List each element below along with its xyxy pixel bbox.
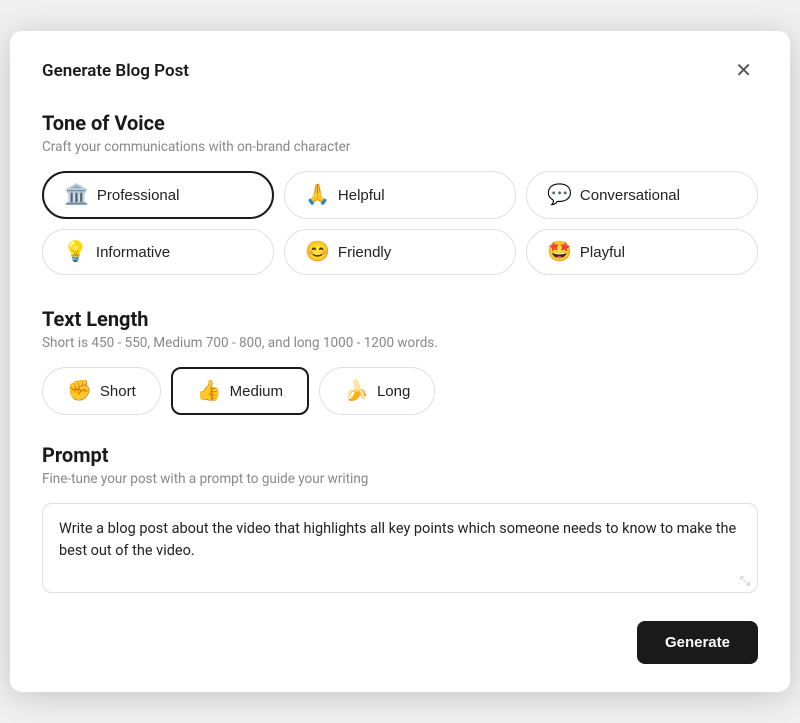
length-label-short: Short — [100, 383, 136, 400]
length-section: Text Length Short is 450 - 550, Medium 7… — [42, 307, 758, 415]
length-section-subtitle: Short is 450 - 550, Medium 700 - 800, an… — [42, 335, 758, 351]
tone-options-grid: 🏛️ Professional 🙏 Helpful 💬 Conversational 💡 In… — [42, 171, 758, 275]
length-btn-medium[interactable]: 👍 Medium — [171, 367, 309, 415]
prompt-textarea[interactable] — [42, 503, 758, 593]
tone-emoji-conversational: 💬 — [547, 185, 572, 205]
tone-label-friendly: Friendly — [338, 244, 391, 261]
close-button[interactable]: ✕ — [729, 59, 758, 83]
tone-btn-playful[interactable]: 🤩 Playful — [526, 229, 758, 275]
tone-btn-helpful[interactable]: 🙏 Helpful — [284, 171, 516, 219]
length-emoji-long: 🍌 — [344, 381, 369, 401]
tone-emoji-playful: 🤩 — [547, 242, 572, 262]
tone-emoji-informative: 💡 — [63, 242, 88, 262]
length-emoji-medium: 👍 — [197, 381, 222, 401]
modal-container: Generate Blog Post ✕ Tone of Voice Craft… — [10, 31, 790, 692]
length-label-long: Long — [377, 383, 410, 400]
tone-btn-conversational[interactable]: 💬 Conversational — [526, 171, 758, 219]
modal-footer: Generate — [42, 621, 758, 664]
modal-header: Generate Blog Post ✕ — [42, 59, 758, 83]
tone-label-helpful: Helpful — [338, 187, 385, 204]
prompt-section-subtitle: Fine-tune your post with a prompt to gui… — [42, 471, 758, 487]
tone-label-conversational: Conversational — [580, 187, 680, 204]
prompt-textarea-wrapper: ⤡ — [42, 503, 758, 597]
modal-title: Generate Blog Post — [42, 61, 189, 81]
tone-btn-informative[interactable]: 💡 Informative — [42, 229, 274, 275]
tone-section-title: Tone of Voice — [42, 111, 758, 135]
tone-section: Tone of Voice Craft your communications … — [42, 111, 758, 275]
tone-emoji-professional: 🏛️ — [64, 185, 89, 205]
tone-label-informative: Informative — [96, 244, 170, 261]
tone-btn-friendly[interactable]: 😊 Friendly — [284, 229, 516, 275]
tone-emoji-friendly: 😊 — [305, 242, 330, 262]
length-btn-long[interactable]: 🍌 Long — [319, 367, 435, 415]
generate-button[interactable]: Generate — [637, 621, 758, 664]
tone-label-professional: Professional — [97, 187, 180, 204]
length-section-title: Text Length — [42, 307, 758, 331]
tone-label-playful: Playful — [580, 244, 625, 261]
tone-btn-professional[interactable]: 🏛️ Professional — [42, 171, 274, 219]
length-options-row: ✊ Short 👍 Medium 🍌 Long — [42, 367, 758, 415]
prompt-section: Prompt Fine-tune your post with a prompt… — [42, 443, 758, 597]
tone-emoji-helpful: 🙏 — [305, 185, 330, 205]
length-emoji-short: ✊ — [67, 381, 92, 401]
prompt-section-title: Prompt — [42, 443, 758, 467]
length-btn-short[interactable]: ✊ Short — [42, 367, 161, 415]
length-label-medium: Medium — [230, 383, 283, 400]
tone-section-subtitle: Craft your communications with on-brand … — [42, 139, 758, 155]
